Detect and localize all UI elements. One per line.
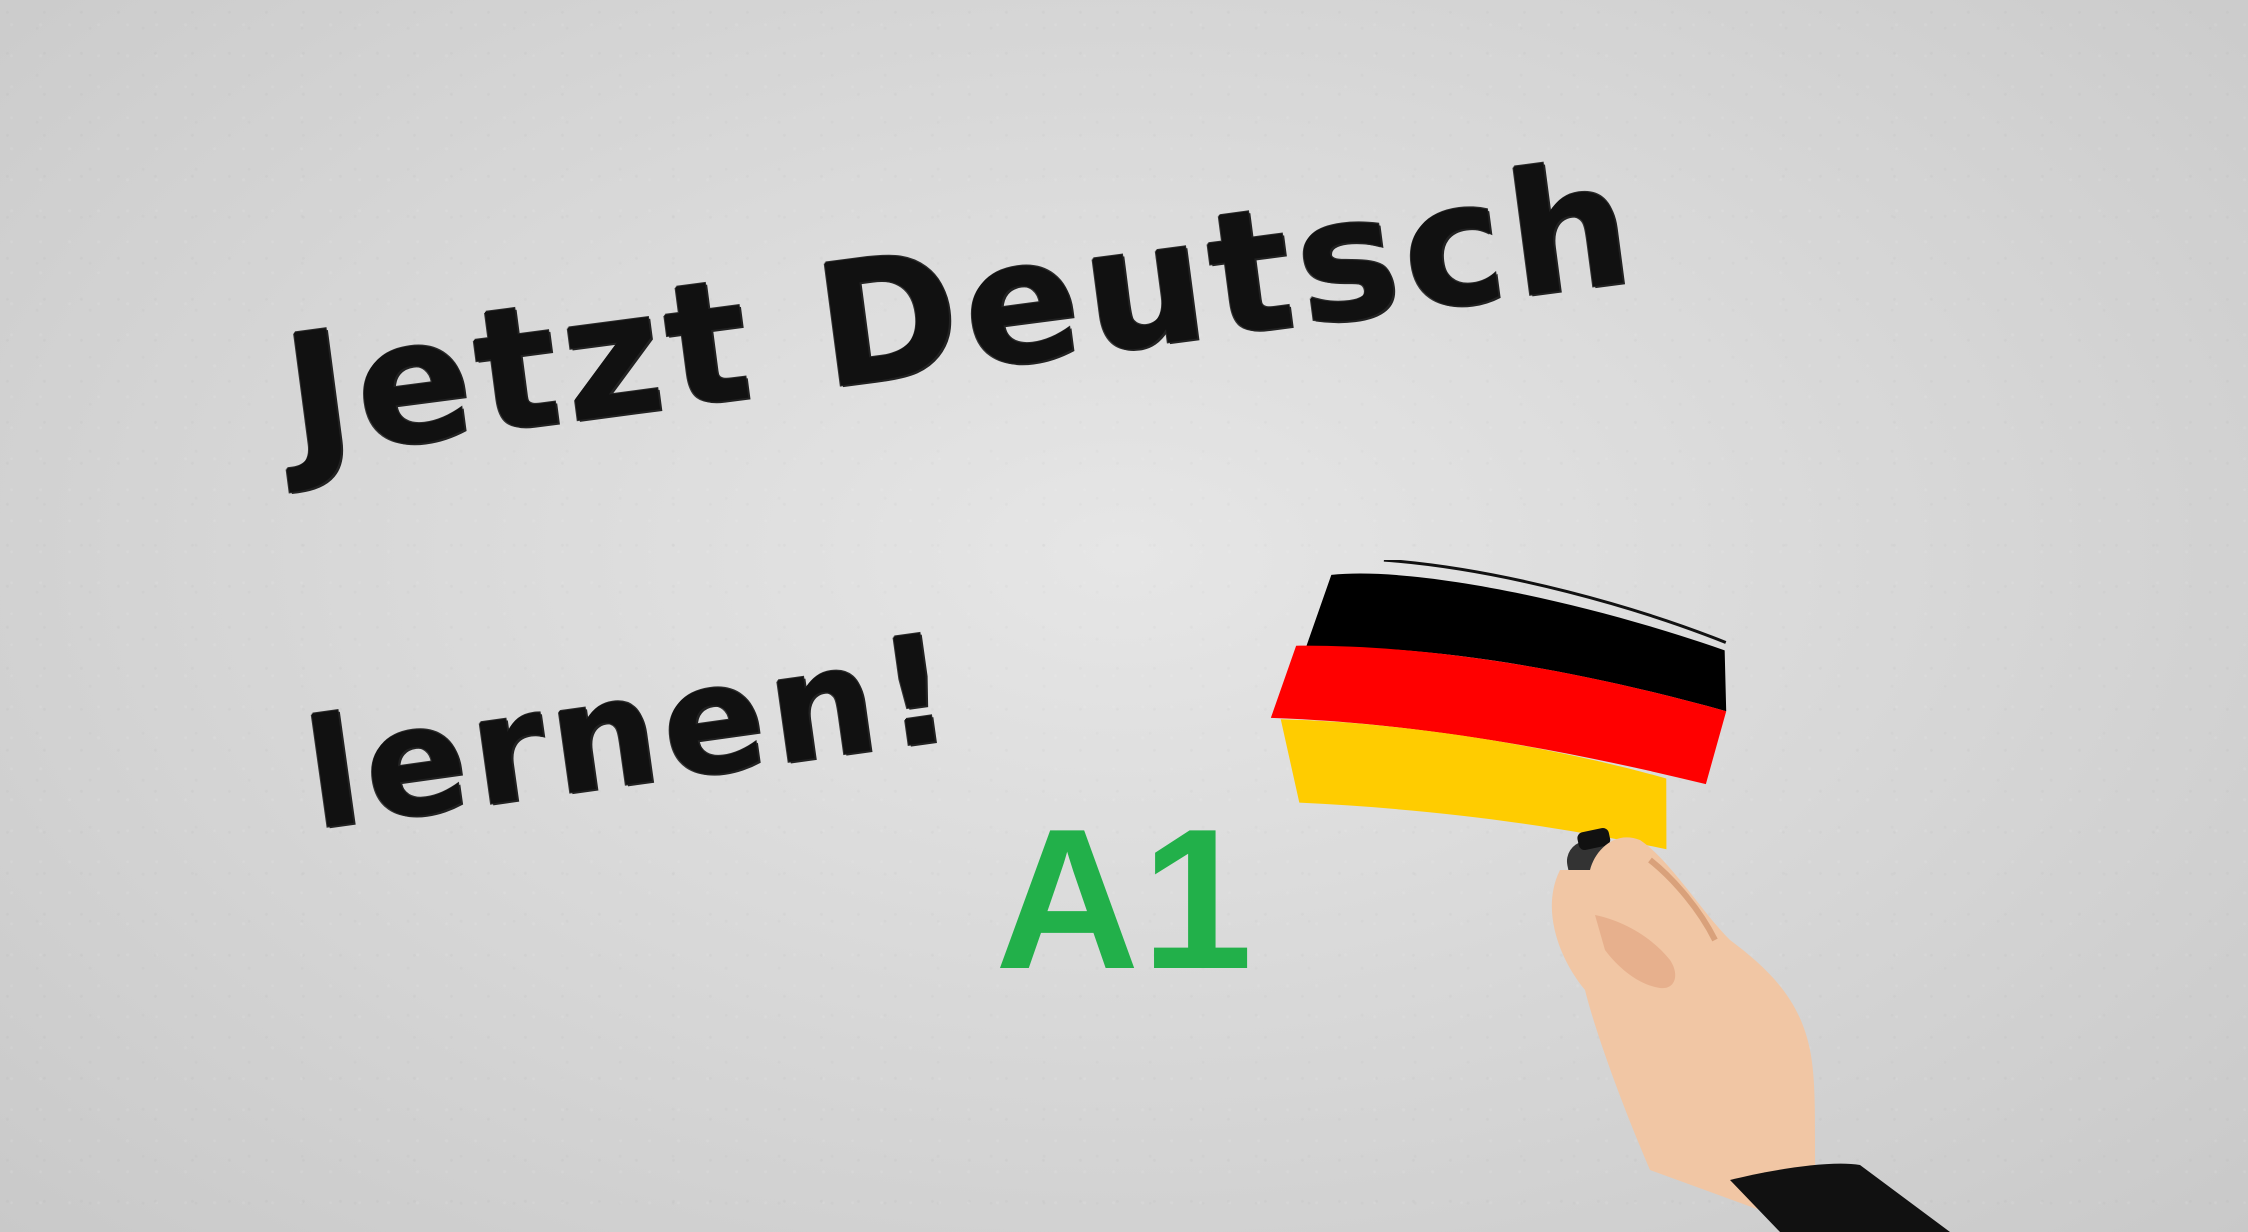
level-label: A1 bbox=[995, 788, 1255, 1011]
hand-with-marker-icon bbox=[1551, 828, 1950, 1232]
chalk-wall-scene: Jetzt Deutsch lernen! A1 bbox=[0, 0, 2248, 1232]
sleeve bbox=[1730, 1163, 1950, 1232]
